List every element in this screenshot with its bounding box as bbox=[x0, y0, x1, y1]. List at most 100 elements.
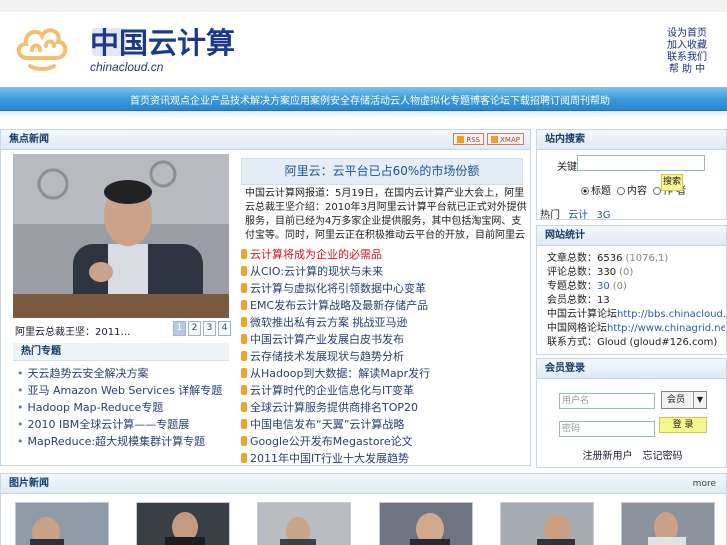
picture-thumbnails bbox=[15, 502, 715, 545]
password-input[interactable]: 密码 bbox=[559, 421, 655, 437]
news-item[interactable]: Google公开发布Megastore论文 bbox=[241, 433, 527, 450]
hot-topics-title: 热门专题 bbox=[13, 343, 229, 361]
news-item[interactable]: 从Hadoop到大数据：解读Mapr发行 bbox=[241, 365, 527, 382]
cloud-logo-icon[interactable] bbox=[10, 14, 74, 78]
news-item[interactable]: 全球云计算服务提供商排名TOP20 bbox=[241, 399, 527, 416]
thumbnail-6[interactable] bbox=[620, 502, 715, 545]
top-strip bbox=[0, 0, 727, 12]
thumbnail-1[interactable] bbox=[15, 502, 109, 545]
top-link-help[interactable]: 帮 助 中 bbox=[664, 64, 710, 76]
pager-page-3[interactable]: 3 bbox=[203, 321, 216, 336]
news-item[interactable]: 云计算将成为企业的必需品 bbox=[241, 246, 527, 263]
news-item[interactable]: 中国电信发布“天翼”云计算战略 bbox=[241, 416, 527, 433]
stats-extra: (0) bbox=[612, 281, 627, 292]
top-link-contact[interactable]: 联系我们 bbox=[664, 52, 710, 64]
top-link-home[interactable]: 设为首页 bbox=[664, 28, 710, 40]
pager-page-1[interactable]: 1 bbox=[173, 321, 186, 336]
nav-item-8[interactable]: 应用案例 bbox=[290, 92, 330, 107]
nav-item-3[interactable]: 观点 bbox=[170, 92, 190, 107]
nav-item-1[interactable]: 首页 bbox=[130, 92, 150, 107]
headline[interactable]: 阿里云：云平台已占60%的市场份额 bbox=[241, 158, 523, 185]
news-item-text: 云计算时代的企业信息化与IT变革 bbox=[250, 384, 414, 397]
news-item[interactable]: EMC发布云计算战略及最新存储产品 bbox=[241, 297, 527, 314]
rss-badge[interactable]: RSS bbox=[453, 133, 485, 145]
picture-news-panel: 图片新闻 more bbox=[0, 473, 727, 545]
news-item-text: 中国云计算产业发展白皮书发布 bbox=[250, 333, 404, 346]
nav-item-9[interactable]: 安全存储 bbox=[330, 92, 370, 107]
news-item[interactable]: 中国云计算产业发展白皮书发布 bbox=[241, 331, 527, 348]
topic-item[interactable]: 天云趋势云安全解决方案 bbox=[17, 365, 229, 382]
news-item[interactable]: 云计算时代的企业信息化与IT变革 bbox=[241, 382, 527, 399]
feed-badges: RSS XMAP bbox=[453, 133, 524, 145]
news-item-text: 全球云计算服务提供商排名TOP20 bbox=[250, 401, 419, 414]
pager-page-2[interactable]: 2 bbox=[188, 321, 201, 336]
pager-page-4[interactable]: 4 bbox=[218, 321, 231, 336]
nav-item-18[interactable]: 订阅周刊 bbox=[550, 92, 590, 107]
search-button[interactable]: 搜索 bbox=[661, 174, 683, 191]
nav-item-14[interactable]: 博客 bbox=[470, 92, 490, 107]
login-button[interactable]: 登 录 bbox=[659, 417, 707, 433]
hot-word-2[interactable]: 3G bbox=[596, 210, 610, 221]
more-link[interactable]: more bbox=[693, 474, 716, 494]
photo-thumb-icon bbox=[16, 503, 108, 545]
news-item[interactable]: 云存储技术发展现状与趋势分析 bbox=[241, 348, 527, 365]
topic-item[interactable]: Hadoop Map-Reduce专题 bbox=[17, 399, 229, 416]
thumbnail-3[interactable] bbox=[257, 502, 352, 545]
nav-item-6[interactable]: 技术 bbox=[230, 92, 250, 107]
bullet-icon bbox=[241, 266, 247, 276]
nav-item-7[interactable]: 解决方案 bbox=[250, 92, 290, 107]
scope-radio-2[interactable]: 内容 bbox=[617, 182, 647, 197]
news-item-text: 云计算将成为企业的必需品 bbox=[250, 248, 382, 261]
thumbnail-5[interactable] bbox=[499, 502, 594, 545]
news-list: 云计算将成为企业的必需品从CIO:云计算的现状与未来 云计算与虚拟化将引领数据中心… bbox=[241, 246, 527, 467]
radio-circle-icon[interactable] bbox=[653, 187, 661, 195]
nav-item-12[interactable]: 虚拟化 bbox=[420, 92, 450, 107]
nav-item-17[interactable]: 招聘 bbox=[530, 92, 550, 107]
nav-item-11[interactable]: 云人物 bbox=[390, 92, 420, 107]
stats-row: 文章总数：6536 (1076,1) bbox=[547, 252, 725, 266]
scope-radio-1[interactable]: 标题 bbox=[581, 182, 611, 197]
xmap-badge[interactable]: XMAP bbox=[487, 133, 524, 145]
bullet-icon bbox=[241, 249, 247, 259]
topic-item[interactable]: MapReduce:超大规模集群计算专题 bbox=[17, 433, 229, 450]
hot-word-1[interactable]: 云计 bbox=[568, 210, 588, 221]
nav-item-4[interactable]: 企业 bbox=[190, 92, 210, 107]
radio-circle-icon[interactable] bbox=[581, 187, 589, 195]
nav-item-5[interactable]: 产品 bbox=[210, 92, 230, 107]
focus-photo[interactable] bbox=[13, 154, 229, 318]
nav-item-10[interactable]: 活动 bbox=[370, 92, 390, 107]
hot-words: 热门 云计 3G bbox=[540, 206, 616, 221]
nav-item-13[interactable]: 专题 bbox=[450, 92, 470, 107]
radio-circle-icon[interactable] bbox=[617, 187, 625, 195]
topic-item[interactable]: 亚马 Amazon Web Services 详解专题 bbox=[17, 382, 229, 399]
top-links: 设为首页 加入收藏 联系我们 帮 助 中 bbox=[664, 28, 710, 76]
site-logo[interactable]: 中国云计算 bbox=[90, 24, 240, 60]
stats-label: 中国网格论坛 bbox=[547, 323, 607, 334]
news-item[interactable]: 云计算与虚拟化将引领数据中心变革 bbox=[241, 280, 527, 297]
topic-item[interactable]: 2010 IBM全球云计算——专题展 bbox=[17, 416, 229, 433]
nav-item-16[interactable]: 下载 bbox=[510, 92, 530, 107]
nav-item-15[interactable]: 论坛 bbox=[490, 92, 510, 107]
top-link-favorite[interactable]: 加入收藏 bbox=[664, 40, 710, 52]
thumbnail-4[interactable] bbox=[378, 502, 473, 545]
news-item[interactable]: 微软推出私有云方案 挑战亚马逊 bbox=[241, 314, 527, 331]
stats-list: 文章总数：6536 (1076,1) 评论总数：330 (0) 专题总数：30 (0) 会员… bbox=[547, 252, 725, 350]
register-link[interactable]: 注册新用户 忘记密码 bbox=[537, 447, 727, 462]
stats-row: 联系方式：Gloud (gloud#126.com) bbox=[547, 336, 725, 350]
news-item[interactable]: 从CIO:云计算的现状与未来 bbox=[241, 263, 527, 280]
stats-value[interactable]: http://www.chinagrid.net bbox=[607, 323, 725, 334]
chevron-down-icon[interactable]: ▼ bbox=[693, 392, 706, 408]
member-type-select[interactable]: 会员 ▼ bbox=[661, 391, 707, 409]
username-input[interactable]: 用户名 bbox=[559, 393, 655, 409]
nav-item-2[interactable]: 资讯 bbox=[150, 92, 170, 107]
focus-news-header: 焦点新闻 RSS XMAP bbox=[1, 130, 530, 150]
nav-item-19[interactable]: 帮助 bbox=[590, 92, 610, 107]
stats-value[interactable]: http://bbs.chinacloud.cn bbox=[617, 309, 725, 320]
login-header: 会员登录 bbox=[537, 359, 726, 379]
thumbnail-2[interactable] bbox=[136, 502, 231, 545]
stats-extra: (1076,1) bbox=[625, 253, 669, 264]
bullet-icon bbox=[241, 300, 247, 310]
keyword-input[interactable] bbox=[577, 155, 705, 171]
news-item[interactable]: 2011年中国IT行业十大发展趋势 bbox=[241, 450, 527, 467]
photo-caption[interactable]: 阿里云总裁王坚：2011… bbox=[15, 323, 130, 338]
